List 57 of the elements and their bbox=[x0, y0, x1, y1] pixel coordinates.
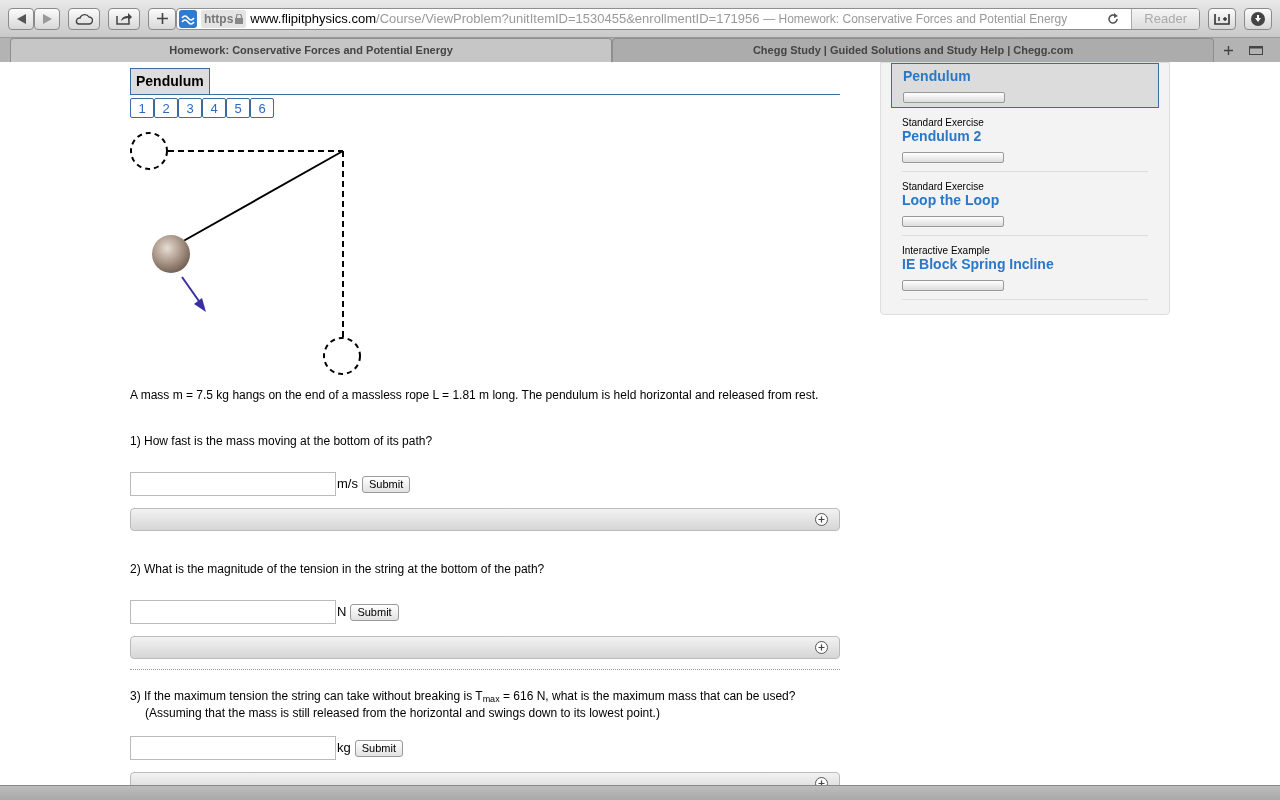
page-tab[interactable]: 2 bbox=[154, 98, 178, 118]
plus-icon bbox=[815, 641, 828, 654]
submit-button[interactable]: Submit bbox=[350, 603, 399, 621]
cloud-button[interactable] bbox=[68, 7, 100, 30]
submit-button[interactable]: Submit bbox=[361, 475, 411, 493]
exercise-title: Loop the Loop bbox=[902, 192, 1001, 208]
page-tab[interactable]: 4 bbox=[202, 98, 226, 118]
question-text: 2) What is the magnitude of the tension in the string at the bottom of the path? bbox=[130, 561, 546, 578]
question-text: 1) How fast is the mass moving at the bottom of its path? bbox=[130, 433, 434, 450]
page-tab[interactable]: 5 bbox=[226, 98, 250, 118]
answer-field[interactable] bbox=[130, 736, 336, 760]
page-tab[interactable]: 3 bbox=[178, 98, 202, 118]
reload-icon bbox=[1107, 12, 1120, 25]
browser-tab[interactable]: Chegg Study | Guided Solutions and Study Help | Chegg.com bbox=[612, 38, 1215, 62]
exercise-item[interactable]: Standard Exercise Pendulum 2 bbox=[902, 108, 1148, 172]
exercise-item[interactable]: Interactive Example IE Block Spring Incline bbox=[902, 236, 1148, 300]
exercise-type: Interactive Example bbox=[902, 246, 991, 256]
plus-icon bbox=[156, 13, 168, 24]
back-button[interactable] bbox=[8, 7, 34, 30]
exercise-title: IE Block Spring Incline bbox=[902, 256, 1055, 272]
answer-field[interactable] bbox=[130, 472, 336, 496]
address-field[interactable]: https www.flipitphysics.com/Course/ViewProblem?unitItemID=1530455&enrollmentID=171956 — Homework: Conservative Forces and Potential Energy Reader bbox=[176, 7, 1200, 30]
back-arrow-icon bbox=[16, 13, 26, 24]
forward-arrow-icon bbox=[42, 13, 52, 24]
exercise-title: Pendulum bbox=[903, 68, 972, 84]
plus-icon bbox=[1223, 45, 1233, 55]
unit-label: m/s bbox=[337, 475, 358, 494]
top-sites-button[interactable] bbox=[1208, 7, 1236, 30]
answer-field[interactable] bbox=[130, 600, 336, 624]
submit-button[interactable]: Submit bbox=[354, 739, 403, 757]
tray-icon bbox=[1214, 12, 1230, 25]
unit-label: N bbox=[337, 603, 347, 622]
download-icon bbox=[1251, 11, 1265, 26]
forward-button[interactable] bbox=[34, 7, 60, 30]
exercise-type: Standard Exercise bbox=[902, 182, 985, 192]
unit-label: kg bbox=[337, 739, 351, 758]
exercise-item[interactable]: Standard Exercise Loop the Loop bbox=[902, 172, 1148, 236]
plus-icon bbox=[815, 513, 828, 526]
cloud-icon bbox=[75, 12, 93, 25]
problem-title: Pendulum bbox=[130, 68, 210, 94]
new-tab-button[interactable] bbox=[148, 7, 176, 30]
page-tab[interactable]: 6 bbox=[250, 98, 274, 118]
https-badge: https bbox=[201, 9, 247, 28]
page-tab[interactable]: 1 bbox=[130, 98, 154, 118]
browser-tab[interactable]: Homework: Conservative Forces and Potential Energy bbox=[10, 38, 613, 62]
window-icon bbox=[1249, 45, 1263, 55]
site-logo-icon bbox=[179, 9, 197, 28]
exercise-title: Pendulum 2 bbox=[902, 128, 983, 144]
exercise-type: Standard Exercise bbox=[902, 118, 985, 128]
url-text: www.flipitphysics.com/Course/ViewProblem?unitItemID=1530455&enrollmentID=171956 — Homework: Conservative Forces and Potential Energy bbox=[250, 9, 1068, 28]
exercise-item[interactable]: Pendulum bbox=[891, 63, 1159, 108]
lock-icon bbox=[235, 13, 244, 24]
share-button[interactable] bbox=[108, 7, 140, 30]
downloads-button[interactable] bbox=[1244, 7, 1272, 30]
problem-statement: A mass m = 7.5 kg hangs on the end of a massless rope L = 1.81 m long. The pendulum is held horizontal and released from rest. bbox=[130, 388, 820, 403]
share-icon bbox=[116, 12, 132, 25]
question-text: 3) If the maximum tension the string can take without breaking is T$_{max}$ = 616 N, what is the maximum mass that can be used? (Assuming that the mass is still released from the horizontal and swings down to its lowest point.) bbox=[130, 688, 797, 722]
